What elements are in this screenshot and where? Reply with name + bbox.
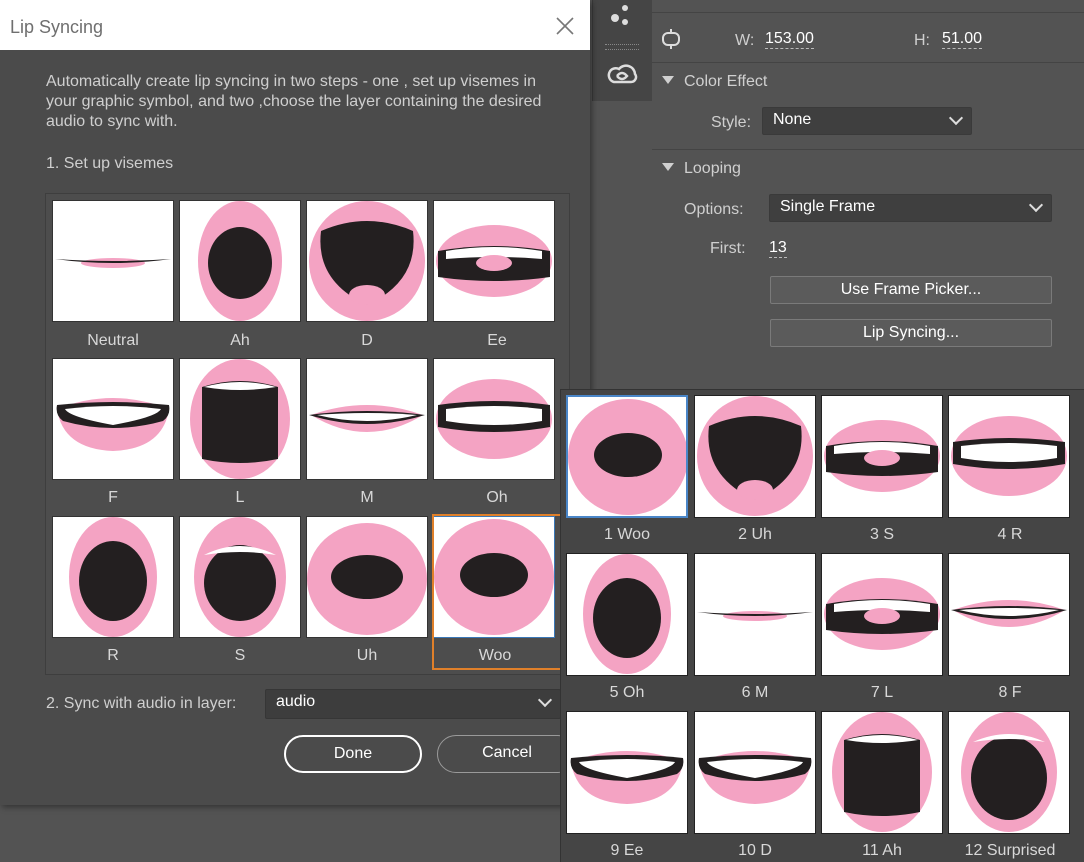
- viseme-ee-thumb[interactable]: [433, 200, 555, 322]
- frame-5-thumb[interactable]: [566, 553, 688, 676]
- step2-label: 2. Sync with audio in layer:: [46, 695, 237, 712]
- height-label: H:: [914, 32, 930, 49]
- viseme-caption: F: [108, 489, 118, 506]
- cancel-button[interactable]: Cancel: [437, 735, 577, 773]
- viseme-caption: M: [360, 489, 374, 506]
- frame-11-thumb[interactable]: [821, 711, 943, 834]
- viseme-caption: Ah: [230, 332, 250, 349]
- looping-section-header[interactable]: Looping: [662, 160, 741, 178]
- frame-10-thumb[interactable]: [694, 711, 816, 834]
- viseme-ah-thumb[interactable]: [179, 200, 301, 322]
- frame-caption: 2 Uh: [738, 526, 772, 543]
- frame-2-thumb[interactable]: [694, 395, 816, 518]
- viseme-m-thumb[interactable]: [306, 358, 428, 480]
- frame-7-thumb[interactable]: [821, 553, 943, 676]
- tool-strip: [592, 0, 653, 101]
- viseme-oh-thumb[interactable]: [433, 358, 555, 480]
- width-value[interactable]: 153.00: [765, 30, 814, 49]
- frame-6-thumb[interactable]: [694, 553, 816, 676]
- style-dropdown-value: None: [773, 111, 812, 128]
- frame-caption: 4 R: [997, 526, 1023, 543]
- width-label: W:: [735, 32, 755, 49]
- frame-caption: 6 M: [741, 684, 769, 701]
- done-button[interactable]: Done: [284, 735, 422, 773]
- viseme-caption: Ee: [487, 332, 507, 349]
- height-value[interactable]: 51.00: [942, 30, 983, 49]
- options-label: Options:: [684, 201, 744, 218]
- collapse-triangle-icon: [662, 163, 674, 171]
- lip-syncing-dialog: Lip Syncing Automatically create lip syn…: [0, 0, 590, 805]
- looping-options-dropdown[interactable]: Single Frame: [769, 194, 1052, 222]
- frame-caption: 10 D: [738, 842, 772, 859]
- viseme-r-thumb[interactable]: [52, 516, 174, 638]
- chevron-down-icon: [1028, 197, 1044, 213]
- frame-caption: 7 L: [870, 684, 894, 701]
- viseme-caption: Uh: [356, 647, 378, 664]
- frame-caption: 9 Ee: [610, 842, 644, 859]
- first-label: First:: [710, 240, 746, 257]
- frame-4-thumb[interactable]: [948, 395, 1070, 518]
- creative-cloud-icon[interactable]: [605, 60, 639, 88]
- viseme-d-thumb[interactable]: [306, 200, 428, 322]
- close-icon[interactable]: [555, 16, 575, 36]
- dialog-title-bar: Lip Syncing: [0, 0, 590, 50]
- frame-caption: 5 Oh: [609, 684, 645, 701]
- viseme-caption: R: [107, 647, 119, 664]
- style-dropdown[interactable]: None: [762, 107, 972, 135]
- viseme-caption: Neutral: [87, 332, 139, 349]
- frame-caption: 8 F: [998, 684, 1022, 701]
- grip-divider: [605, 44, 639, 50]
- viseme-l-thumb[interactable]: [179, 358, 301, 480]
- lip-syncing-button[interactable]: Lip Syncing...: [770, 319, 1052, 347]
- color-effect-section-header[interactable]: Color Effect: [662, 73, 767, 91]
- dialog-title: Lip Syncing: [10, 17, 104, 37]
- collapse-triangle-icon: [662, 76, 674, 84]
- frame-1-thumb[interactable]: [566, 395, 688, 518]
- frame-caption: 11 Ah: [862, 842, 902, 859]
- frame-picker-popup: 1 Woo 2 Uh 3 S 4 R 5 Oh 6 M 7 L 8 F 9 Ee…: [560, 389, 1084, 862]
- dots-icon[interactable]: [607, 4, 629, 26]
- frame-3-thumb[interactable]: [821, 395, 943, 518]
- style-label: Style:: [711, 114, 752, 131]
- looping-title: Looping: [684, 160, 741, 177]
- chevron-down-icon: [948, 110, 964, 126]
- frame-9-thumb[interactable]: [566, 711, 688, 834]
- frame-caption: 3 S: [869, 526, 894, 543]
- viseme-caption: S: [234, 647, 246, 664]
- use-frame-picker-button[interactable]: Use Frame Picker...: [770, 276, 1052, 304]
- audio-layer-dropdown[interactable]: audio: [265, 689, 561, 719]
- first-frame-value[interactable]: 13: [769, 239, 787, 258]
- color-effect-title: Color Effect: [684, 73, 768, 90]
- dialog-description: Automatically create lip syncing in two …: [46, 73, 542, 130]
- viseme-caption: L: [235, 489, 245, 506]
- chevron-down-icon: [537, 692, 553, 708]
- frame-caption: 1 Woo: [604, 526, 650, 543]
- step1-label: 1. Set up visemes: [46, 155, 174, 172]
- properties-panel: W: 153.00 H: 51.00 Color Effect Style: N…: [652, 0, 1084, 390]
- link-proportions-icon[interactable]: [660, 28, 682, 50]
- viseme-caption: Oh: [486, 489, 508, 506]
- viseme-caption: D: [361, 332, 373, 349]
- frame-12-thumb[interactable]: [948, 711, 1070, 834]
- looping-options-value: Single Frame: [780, 198, 876, 215]
- frame-caption: 12 Surprised: [964, 842, 1056, 859]
- viseme-neutral-thumb[interactable]: [52, 200, 174, 322]
- frame-8-thumb[interactable]: [948, 553, 1070, 676]
- viseme-selection-highlight: [432, 514, 562, 670]
- audio-layer-value: audio: [276, 693, 316, 710]
- viseme-uh-thumb[interactable]: [306, 516, 428, 638]
- viseme-f-thumb[interactable]: [52, 358, 174, 480]
- viseme-s-thumb[interactable]: [179, 516, 301, 638]
